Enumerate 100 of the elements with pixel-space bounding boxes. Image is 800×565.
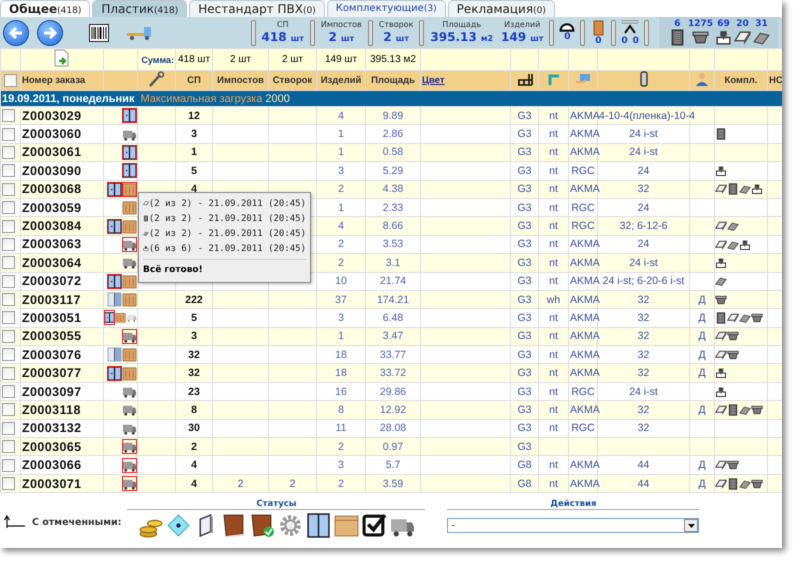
row-checkbox[interactable] xyxy=(2,201,15,214)
order-number[interactable]: Z0003084 xyxy=(20,216,104,236)
column-header[interactable]: Створок xyxy=(268,70,316,90)
row-checkbox[interactable] xyxy=(2,477,15,490)
row-checkbox[interactable] xyxy=(2,256,15,270)
glass-pane-icon xyxy=(715,459,727,472)
row-checkbox[interactable] xyxy=(2,440,15,454)
column-header[interactable]: Изделий xyxy=(316,70,366,90)
table-cell: 4 xyxy=(191,478,197,490)
table-cell: G3 xyxy=(517,312,532,324)
order-number[interactable]: Z0003060 xyxy=(20,124,104,144)
table-cell: 44 xyxy=(638,459,650,472)
color-link[interactable]: Цвет xyxy=(422,75,444,86)
order-number[interactable]: Z0003118 xyxy=(20,400,104,420)
column-header[interactable]: Компл. xyxy=(714,70,768,90)
gauge-value: 0 xyxy=(621,36,628,46)
person-icon xyxy=(695,72,709,86)
tab[interactable]: Пластик(418) xyxy=(92,0,188,17)
row-checkbox[interactable] xyxy=(2,220,15,233)
table-cell: G3 xyxy=(517,183,532,196)
table-cell: G3 xyxy=(517,128,532,140)
export-icon[interactable] xyxy=(54,49,70,67)
table-cell: 37 xyxy=(335,294,347,306)
table-cell: 29.86 xyxy=(380,386,406,398)
order-number[interactable]: Z0003117 xyxy=(20,290,104,309)
row-checkbox[interactable] xyxy=(2,238,15,251)
table-cell: 2 xyxy=(338,478,344,490)
row-checkbox[interactable] xyxy=(2,146,15,159)
row-checkbox[interactable] xyxy=(2,403,15,416)
tab[interactable]: Нестандарт ПВХ(0) xyxy=(189,0,325,17)
stat-label: СП xyxy=(276,20,289,30)
truck-icon[interactable] xyxy=(127,24,153,40)
tab[interactable]: Комплектующие(3) xyxy=(326,0,446,17)
table-cell: G3 xyxy=(517,202,532,214)
stand-icon xyxy=(622,20,638,36)
order-number[interactable]: Z0003064 xyxy=(20,254,104,272)
table-cell: nt xyxy=(549,478,558,490)
table-cell: 21.74 xyxy=(380,275,406,288)
order-number[interactable]: Z0003066 xyxy=(20,456,104,474)
row-checkbox[interactable] xyxy=(2,422,15,435)
table-cell: nt xyxy=(549,404,558,416)
gauge-value: 0 xyxy=(564,32,571,42)
order-number[interactable]: Z0003090 xyxy=(20,162,104,180)
actions-dropdown[interactable]: - xyxy=(447,518,700,534)
order-number[interactable]: Z0003071 xyxy=(20,474,104,493)
table-cell: nt xyxy=(549,238,558,250)
order-number[interactable]: Z0003051 xyxy=(20,308,104,328)
order-number[interactable]: Z0003077 xyxy=(20,364,104,382)
row-checkbox[interactable] xyxy=(2,458,15,472)
row-checkbox[interactable] xyxy=(2,293,15,306)
table-cell: G3 xyxy=(517,348,532,361)
glass-pane-icon xyxy=(715,478,727,490)
stat-value: 2 шт xyxy=(383,30,409,46)
column-header[interactable]: Номер заказа xyxy=(20,70,104,90)
stat-value: 2 шт xyxy=(328,30,354,46)
table-cell: 2 xyxy=(338,183,344,196)
table-cell: 5.7 xyxy=(386,459,400,472)
table-cell: 11 xyxy=(336,422,346,434)
table-cell: nt xyxy=(549,386,558,398)
forward-button[interactable] xyxy=(37,20,63,46)
order-number[interactable]: Z0003068 xyxy=(20,180,104,198)
order-number[interactable]: Z0003055 xyxy=(20,327,104,346)
row-checkbox[interactable] xyxy=(2,348,15,362)
row-checkbox[interactable] xyxy=(2,128,15,141)
order-number[interactable]: Z0003061 xyxy=(20,143,104,162)
row-checkbox[interactable] xyxy=(2,274,15,288)
table-cell: 3 xyxy=(338,312,344,324)
column-header[interactable]: Площадь xyxy=(366,70,420,90)
row-checkbox[interactable] xyxy=(2,164,15,178)
order-number[interactable]: Z0003029 xyxy=(20,106,104,125)
tab[interactable]: Общее(418) xyxy=(0,0,90,17)
row-checkbox[interactable] xyxy=(2,311,15,324)
arc-icon xyxy=(559,23,576,32)
mesh-panel-icon xyxy=(727,183,739,196)
table-cell: G3 xyxy=(517,422,532,434)
row-checkbox[interactable] xyxy=(2,366,15,380)
row-checkbox[interactable] xyxy=(2,330,15,343)
table-cell: 30 xyxy=(188,422,200,434)
table-cell: nt xyxy=(549,422,558,434)
column-header[interactable]: Импостов xyxy=(212,70,268,90)
order-number[interactable]: Z0003065 xyxy=(20,438,104,456)
glass-pane-icon xyxy=(715,404,727,416)
table-cell: AKMA xyxy=(570,183,600,196)
table-cell: Д xyxy=(698,294,706,306)
select-all-checkbox[interactable] xyxy=(4,74,17,87)
row-checkbox[interactable] xyxy=(2,109,15,122)
table-cell: AKMA xyxy=(570,256,600,269)
order-number[interactable]: Z0003072 xyxy=(20,272,104,290)
row-checkbox[interactable] xyxy=(2,385,15,398)
tab[interactable]: Рекламация(0) xyxy=(448,0,555,17)
back-button[interactable] xyxy=(3,20,29,46)
hand-icon xyxy=(575,73,591,85)
sum-value: 149 шт xyxy=(316,48,366,70)
table-cell: 3.59 xyxy=(382,478,404,490)
table-cell: 23 xyxy=(188,386,200,398)
pot-icon xyxy=(727,348,739,361)
column-header[interactable]: СП xyxy=(176,70,212,90)
row-checkbox[interactable] xyxy=(2,182,15,196)
barcode-icon[interactable] xyxy=(89,24,109,42)
table-cell: 33.77 xyxy=(380,348,406,361)
